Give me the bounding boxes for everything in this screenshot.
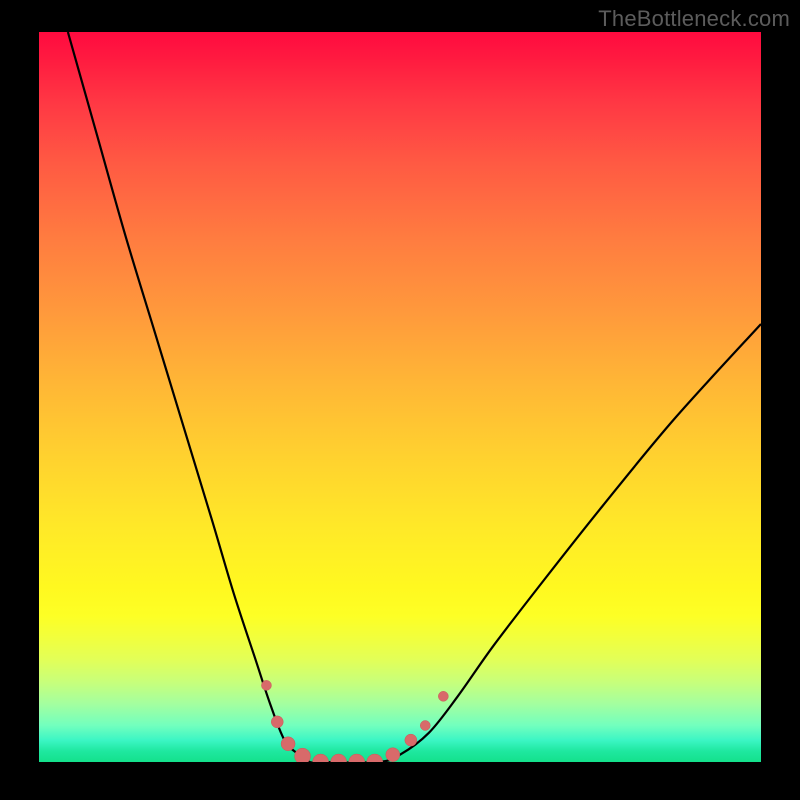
data-marker [349, 754, 365, 762]
data-marker [295, 748, 311, 762]
data-marker [281, 737, 295, 751]
data-marker [367, 754, 383, 762]
chart-svg [39, 32, 761, 762]
data-marker [261, 680, 271, 690]
chart-frame: TheBottleneck.com [0, 0, 800, 800]
data-marker [438, 691, 448, 701]
data-marker [271, 716, 283, 728]
data-marker [386, 748, 400, 762]
bottleneck-curve [68, 32, 761, 762]
data-marker [331, 754, 347, 762]
data-marker [420, 721, 430, 731]
plot-area [39, 32, 761, 762]
data-marker [313, 754, 329, 762]
marker-group [261, 680, 448, 762]
watermark-text: TheBottleneck.com [598, 6, 790, 32]
data-marker [405, 734, 417, 746]
curve-group [68, 32, 761, 762]
